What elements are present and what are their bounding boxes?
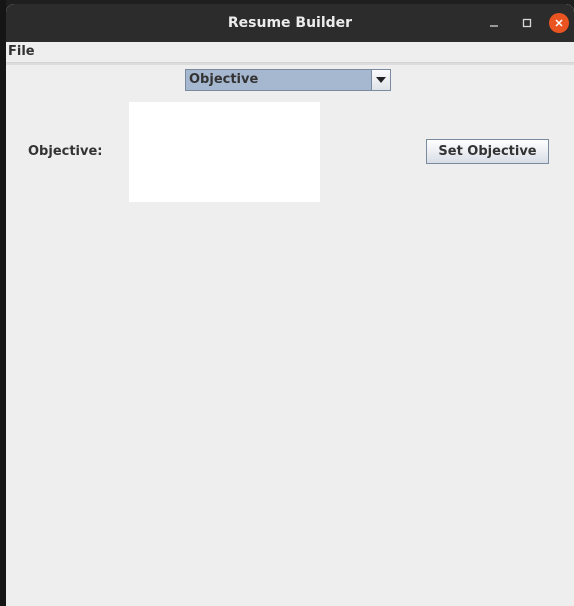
set-objective-button[interactable]: Set Objective bbox=[426, 139, 549, 164]
close-button[interactable] bbox=[549, 13, 569, 33]
maximize-button[interactable] bbox=[517, 13, 537, 33]
title-bar[interactable]: Resume Builder bbox=[6, 4, 574, 42]
menu-divider bbox=[6, 63, 574, 65]
close-icon bbox=[555, 19, 563, 27]
objective-label: Objective: bbox=[28, 144, 103, 159]
minimize-icon bbox=[490, 25, 498, 27]
menu-file[interactable]: File bbox=[7, 43, 36, 61]
maximize-icon bbox=[522, 18, 532, 28]
section-selector-arrow-button[interactable] bbox=[371, 70, 390, 90]
section-selector[interactable]: Objective bbox=[185, 69, 391, 91]
app-window: Resume Builder File Objective Objective:… bbox=[6, 4, 574, 606]
dropdown-arrow-icon bbox=[376, 77, 386, 83]
objective-text-area[interactable] bbox=[129, 102, 320, 202]
section-selector-value: Objective bbox=[189, 72, 259, 87]
menu-bar: File bbox=[6, 42, 574, 63]
minimize-button[interactable] bbox=[484, 13, 504, 33]
